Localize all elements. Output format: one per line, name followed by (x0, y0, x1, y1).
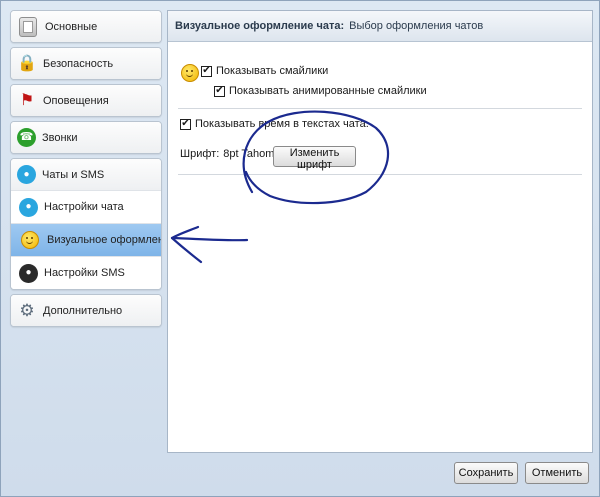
show-time-label: Показывать время в текстах чата. (195, 118, 369, 130)
sidebar-item-label: Настройки чата (44, 201, 124, 213)
sidebar-item-label: Основные (45, 20, 98, 33)
options-window: Основные 🔒 Безопасность ⚑ Оповещения ☎ З… (0, 0, 600, 497)
sidebar-group-security: 🔒 Безопасность (10, 47, 162, 80)
settings-panel: Визуальное оформление чата: Выбор оформл… (167, 10, 593, 453)
font-label: Шрифт: (180, 148, 220, 160)
sidebar-item-visual-style[interactable]: Визуальное оформлен... (11, 223, 161, 256)
sidebar-item-label: Чаты и SMS (42, 168, 105, 181)
phone-icon: ☎ (17, 128, 36, 147)
gear-icon: ⚙ (19, 301, 35, 320)
general-settings-icon (19, 16, 37, 37)
sidebar-item-label: Настройки SMS (44, 267, 125, 279)
smiley-icon (21, 231, 39, 249)
lock-icon: 🔒 (17, 54, 37, 72)
show-time-option[interactable]: ✔ Показывать время в текстах чата. (180, 118, 369, 130)
sidebar-item-chats[interactable]: ● Чаты и SMS (11, 159, 161, 190)
smiley-icon (181, 64, 199, 82)
chat-bubble-icon: ● (19, 197, 38, 217)
sidebar-item-label: Оповещения (43, 94, 109, 107)
sidebar-item-label: Звонки (42, 131, 78, 144)
show-emoticons-label: Показывать смайлики (216, 65, 329, 77)
show-animated-checkbox[interactable]: ✔ (214, 85, 225, 97)
sidebar-item-security[interactable]: 🔒 Безопасность (11, 48, 161, 79)
sidebar-group-chats: ● Чаты и SMS ● Настройки чата Визуальное… (10, 158, 162, 290)
flag-icon: ⚑ (19, 91, 35, 109)
sidebar-group-advanced: ⚙ Дополнительно (10, 294, 162, 327)
change-font-button[interactable]: Изменить шрифт (273, 146, 356, 171)
sidebar-group-general: Основные (10, 10, 162, 43)
show-emoticons-checkbox[interactable]: ✔ (201, 65, 212, 77)
font-value: 8pt Tahoma (223, 148, 281, 160)
sidebar-group-calls: ☎ Звонки (10, 121, 162, 154)
save-button[interactable]: Сохранить (454, 462, 518, 484)
panel-header: Визуальное оформление чата: Выбор оформл… (168, 11, 592, 42)
sidebar-item-calls[interactable]: ☎ Звонки (11, 122, 161, 153)
page-title: Визуальное оформление чата: (175, 20, 345, 32)
page-subtitle: Выбор оформления чатов (349, 20, 484, 32)
sms-icon: ● (19, 263, 38, 283)
show-emoticons-option[interactable]: ✔ Показывать смайлики (201, 65, 328, 77)
show-animated-label: Показывать анимированные смайлики (229, 85, 427, 97)
sidebar-item-general[interactable]: Основные (11, 11, 161, 42)
sidebar-item-sms-settings[interactable]: ● Настройки SMS (11, 256, 161, 289)
sidebar-group-notifications: ⚑ Оповещения (10, 84, 162, 117)
show-time-checkbox[interactable]: ✔ (180, 118, 191, 130)
font-row: Шрифт: 8pt Tahoma (180, 148, 281, 160)
divider (178, 174, 582, 175)
sidebar-item-notifications[interactable]: ⚑ Оповещения (11, 85, 161, 116)
sidebar-item-advanced[interactable]: ⚙ Дополнительно (11, 295, 161, 326)
sidebar: Основные 🔒 Безопасность ⚑ Оповещения ☎ З… (10, 10, 162, 331)
show-animated-option[interactable]: ✔ Показывать анимированные смайлики (214, 85, 427, 97)
sidebar-item-label: Визуальное оформлен... (47, 234, 162, 246)
sidebar-item-chat-settings[interactable]: ● Настройки чата (11, 190, 161, 223)
divider (178, 108, 582, 109)
cancel-button[interactable]: Отменить (525, 462, 589, 484)
chat-bubble-icon: ● (17, 165, 36, 184)
sidebar-item-label: Безопасность (43, 57, 114, 70)
sidebar-item-label: Дополнительно (43, 304, 123, 317)
